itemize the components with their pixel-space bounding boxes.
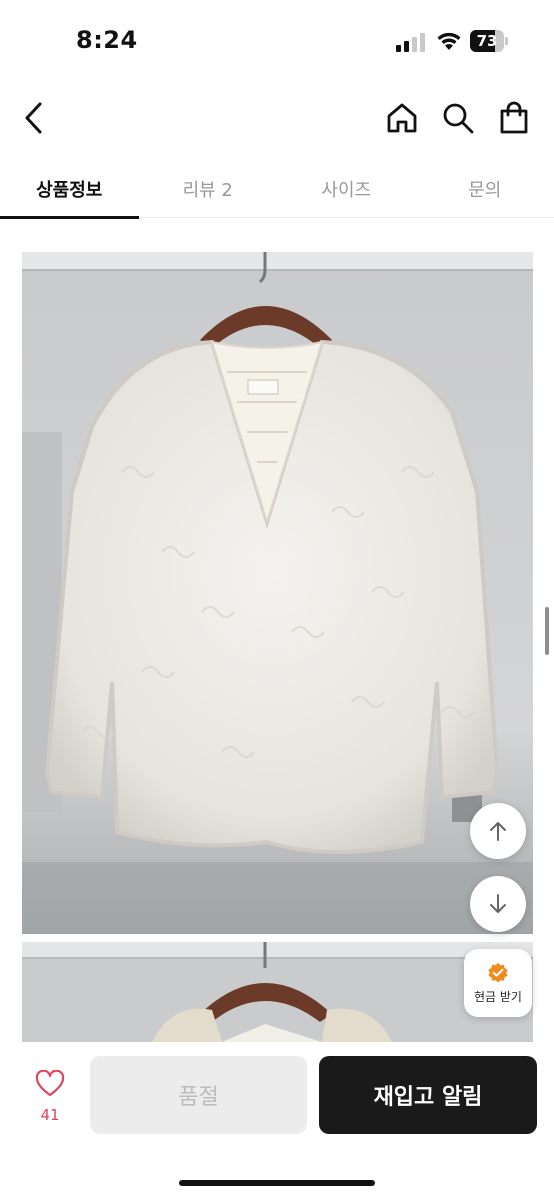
like-count: 41 bbox=[40, 1106, 60, 1124]
arrow-down-icon bbox=[490, 894, 506, 913]
home-icon bbox=[387, 103, 417, 133]
scroll-up-button[interactable] bbox=[470, 803, 526, 859]
tab-size[interactable]: 사이즈 bbox=[277, 160, 416, 218]
arrow-up-icon bbox=[490, 822, 506, 841]
restock-alert-button[interactable]: 재입고 알림 bbox=[319, 1056, 537, 1134]
scrollbar[interactable] bbox=[545, 607, 549, 655]
tab-inquiry[interactable]: 문의 bbox=[416, 160, 554, 218]
back-button[interactable] bbox=[14, 98, 54, 138]
product-tabs: 상품정보 리뷰 2 사이즈 문의 bbox=[0, 160, 554, 219]
home-button[interactable] bbox=[382, 98, 422, 138]
product-image[interactable] bbox=[22, 252, 533, 934]
heart-icon bbox=[35, 1070, 65, 1097]
product-image-2[interactable] bbox=[22, 942, 533, 1042]
like-button[interactable]: 41 bbox=[22, 1070, 78, 1140]
home-indicator bbox=[179, 1180, 375, 1186]
battery-indicator: 73 bbox=[470, 30, 508, 52]
shopping-bag-icon bbox=[500, 101, 528, 134]
status-bar: 8:24 73 bbox=[0, 0, 554, 80]
tab-product-info[interactable]: 상품정보 bbox=[0, 160, 139, 219]
chevron-left-icon bbox=[25, 102, 42, 134]
scroll-down-button[interactable] bbox=[470, 876, 526, 932]
tab-reviews[interactable]: 리뷰 2 bbox=[139, 160, 278, 218]
bottom-action-bar: 41 품절 재입고 알림 bbox=[0, 1042, 554, 1200]
search-button[interactable] bbox=[438, 98, 478, 138]
status-time: 8:24 bbox=[76, 26, 138, 54]
cash-reward-button[interactable]: 현금 받기 bbox=[464, 949, 532, 1017]
wifi-icon bbox=[437, 32, 461, 50]
search-icon bbox=[443, 103, 474, 134]
header bbox=[0, 88, 554, 150]
cellular-signal-icon bbox=[396, 33, 425, 52]
shopping-bag-button[interactable] bbox=[494, 98, 534, 138]
battery-level: 73 bbox=[476, 32, 498, 50]
soldout-button[interactable]: 품절 bbox=[90, 1056, 307, 1134]
cash-reward-label: 현금 받기 bbox=[474, 989, 522, 1004]
badge-check-icon bbox=[488, 962, 508, 982]
